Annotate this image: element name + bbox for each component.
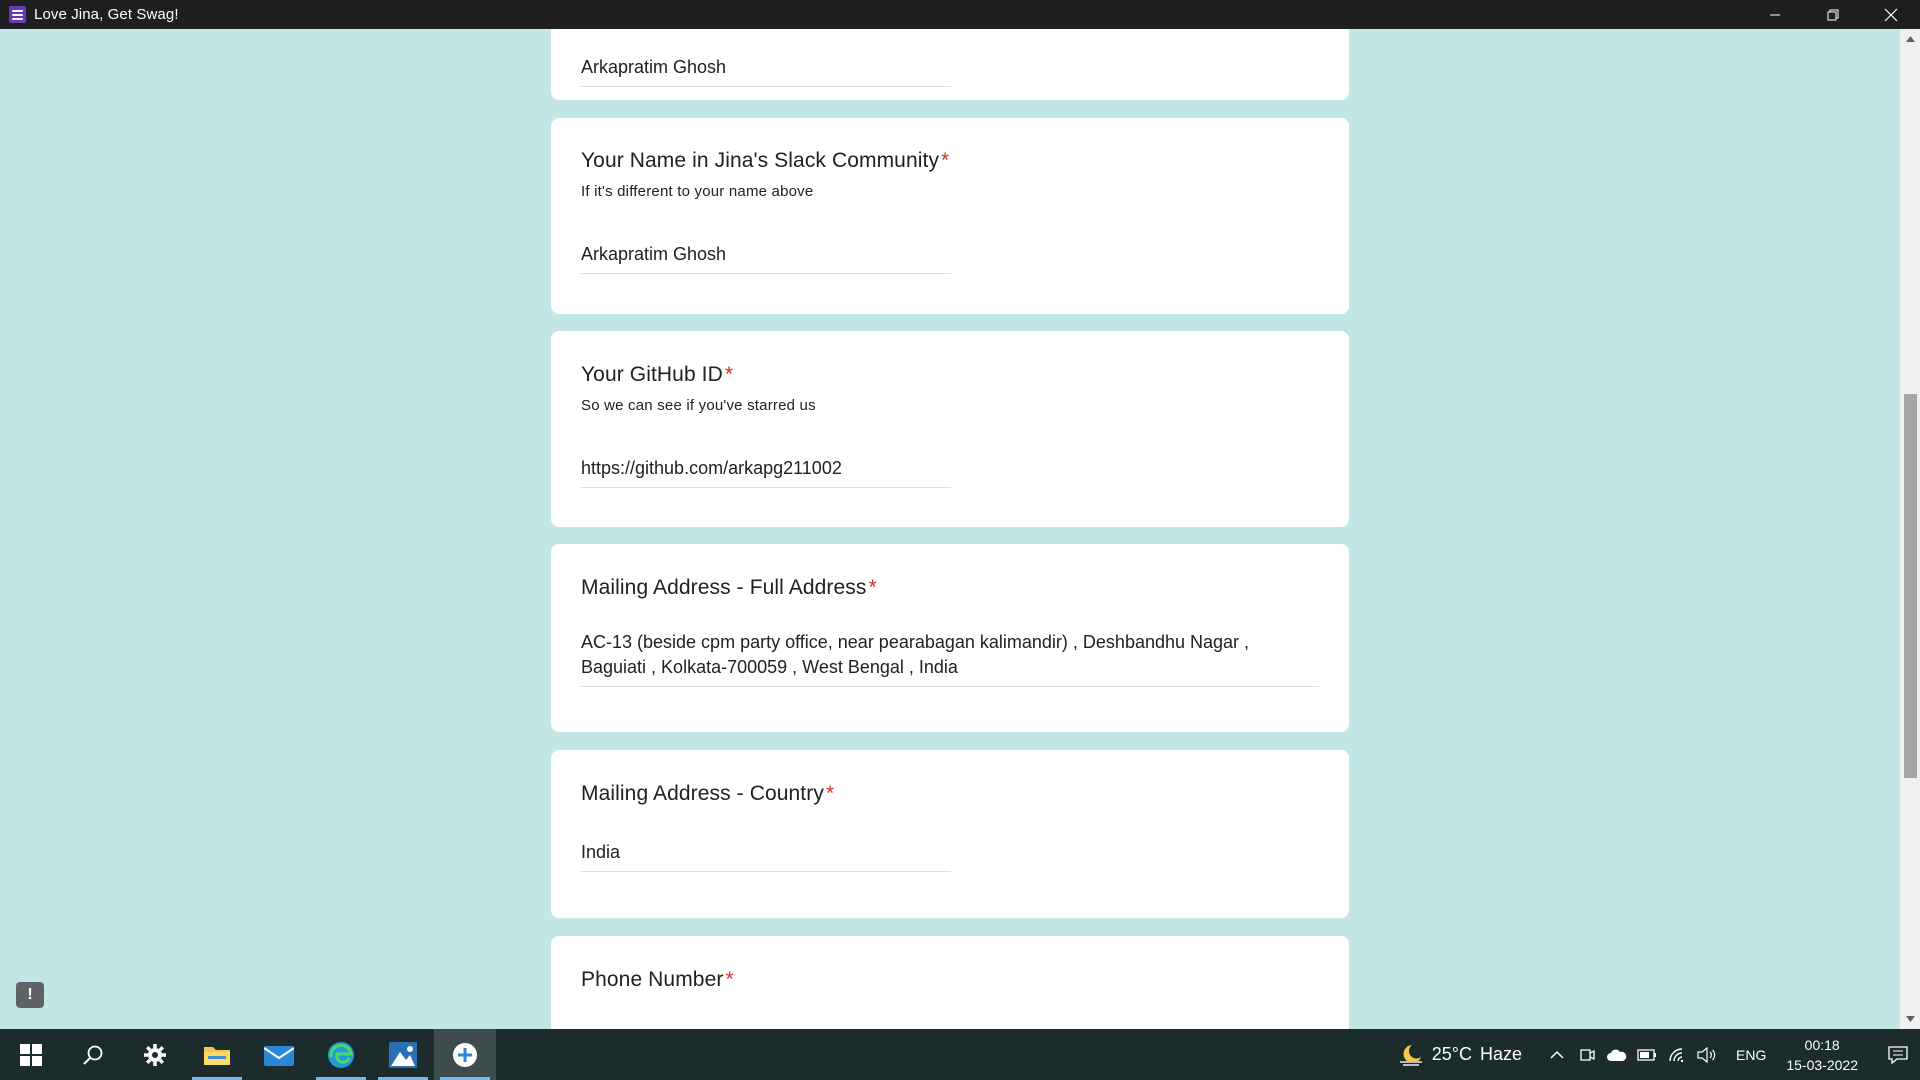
question-card-full-address: Mailing Address - Full Address* AC-13 (b… [551, 544, 1349, 732]
question-title: Mailing Address - Full Address* [581, 576, 877, 599]
moon-haze-icon [1399, 1044, 1422, 1066]
minimize-icon [1770, 14, 1780, 15]
question-title: Mailing Address - Country* [581, 782, 835, 805]
clock[interactable]: 00:18 15-03-2022 [1786, 1035, 1858, 1075]
question-card-name: Arkapratim Ghosh [551, 29, 1349, 100]
weather-widget[interactable]: 25°C Haze [1398, 1043, 1522, 1067]
question-title: Your GitHub ID* [581, 363, 734, 386]
vertical-scrollbar[interactable] [1900, 29, 1920, 1029]
input-language[interactable]: ENG [1736, 1047, 1766, 1063]
taskbar: 25°C Haze ENG 00:18 15-03-2022 [0, 1029, 1920, 1080]
scroll-down-arrow-icon[interactable] [1900, 1010, 1920, 1028]
close-button[interactable] [1862, 0, 1920, 29]
window-title: Love Jina, Get Swag! [34, 6, 179, 23]
search-icon [83, 1045, 103, 1065]
question-card-country: Mailing Address - Country* India [551, 750, 1349, 918]
forms-app-icon [9, 6, 26, 23]
close-icon [1884, 8, 1898, 21]
start-button[interactable] [0, 1029, 62, 1080]
wifi-icon[interactable] [1662, 1047, 1692, 1063]
notification-icon [1888, 1045, 1908, 1064]
clock-time: 00:18 [1804, 1036, 1840, 1053]
plus-icon [453, 1042, 477, 1067]
title-bar: Love Jina, Get Swag! [0, 0, 1920, 29]
minimize-button[interactable] [1746, 0, 1804, 29]
full-address-answer-field[interactable]: AC-13 (beside cpm party office, near pea… [581, 630, 1319, 687]
battery-icon[interactable] [1632, 1048, 1662, 1061]
scroll-up-arrow-icon[interactable] [1900, 30, 1920, 48]
photos-button[interactable] [372, 1029, 434, 1080]
required-asterisk: * [868, 576, 877, 599]
edge-icon [328, 1041, 354, 1068]
required-asterisk: * [825, 782, 835, 805]
show-hidden-icons-chevron-icon[interactable] [1542, 1050, 1572, 1059]
meet-now-icon[interactable] [1572, 1047, 1602, 1063]
feedback-icon[interactable]: ! [16, 982, 44, 1008]
forms-app-taskbar-button[interactable] [434, 1029, 496, 1080]
gear-icon [144, 1043, 166, 1066]
photos-icon [389, 1041, 417, 1068]
required-asterisk: * [725, 968, 734, 991]
notification-center-button[interactable] [1876, 1029, 1920, 1080]
search-button[interactable] [62, 1029, 124, 1080]
restore-icon [1827, 9, 1839, 20]
name-answer-field[interactable]: Arkapratim Ghosh [581, 55, 951, 87]
slack-name-answer-field[interactable]: Arkapratim Ghosh [581, 242, 951, 274]
question-card-slack-name: Your Name in Jina's Slack Community* If … [551, 118, 1349, 314]
question-description: If it's different to your name above [581, 183, 814, 200]
required-asterisk: * [941, 149, 950, 172]
country-answer-field[interactable]: India [581, 840, 951, 872]
scrollbar-thumb[interactable] [1904, 394, 1917, 778]
required-asterisk: * [724, 363, 734, 386]
question-title: Phone Number* [581, 968, 734, 991]
settings-taskbar-button[interactable] [124, 1029, 186, 1080]
restore-button[interactable] [1804, 0, 1862, 29]
question-card-phone-number: Phone Number* [551, 936, 1349, 1029]
volume-icon[interactable] [1692, 1046, 1722, 1063]
edge-browser-button[interactable] [310, 1029, 372, 1080]
github-id-answer-field[interactable]: https://github.com/arkapg211002 [581, 456, 951, 488]
onedrive-cloud-icon[interactable] [1602, 1049, 1632, 1061]
question-title: Your Name in Jina's Slack Community* [581, 149, 950, 172]
mail-button[interactable] [248, 1029, 310, 1080]
weather-description: Haze [1480, 1044, 1523, 1064]
window-controls [1746, 0, 1920, 29]
clock-date: 15-03-2022 [1786, 1056, 1858, 1073]
mail-icon [264, 1045, 294, 1066]
system-tray: 25°C Haze ENG 00:18 15-03-2022 [1398, 1029, 1920, 1080]
form-content: Arkapratim Ghosh Your Name in Jina's Sla… [0, 29, 1920, 1029]
windows-logo-icon [20, 1043, 42, 1066]
question-description: So we can see if you've starred us [581, 397, 816, 414]
weather-temperature: 25°C [1431, 1044, 1472, 1064]
folder-icon [204, 1046, 230, 1065]
file-explorer-button[interactable] [186, 1029, 248, 1080]
question-card-github-id: Your GitHub ID* So we can see if you've … [551, 331, 1349, 527]
